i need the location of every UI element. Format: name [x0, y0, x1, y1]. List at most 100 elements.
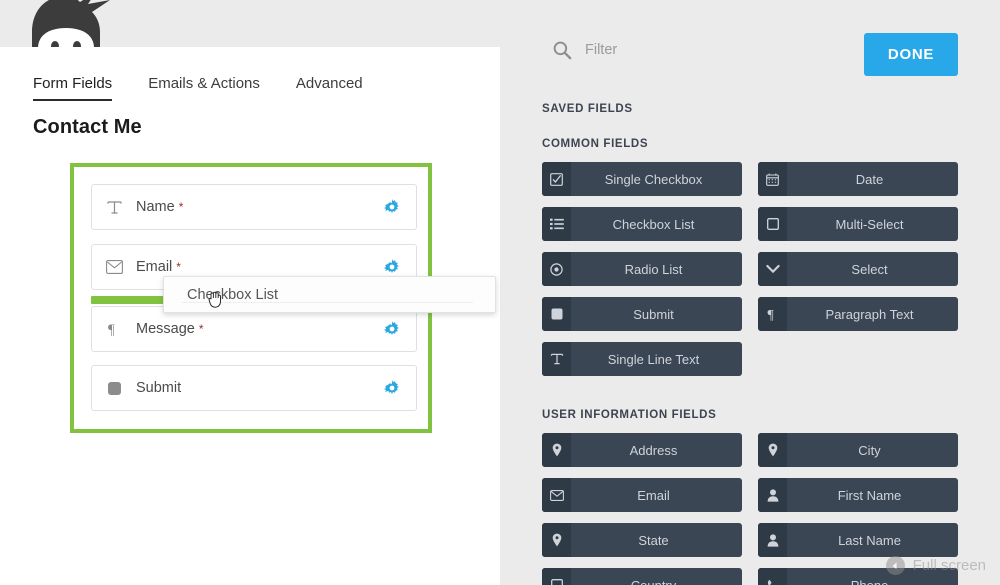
palette-field-label: Multi-Select [787, 217, 958, 232]
form-builder-panel: Form Fields Emails & Actions Advanced Co… [0, 47, 500, 585]
section-header-saved-fields: SAVED FIELDS [542, 103, 633, 115]
palette-field-label: First Name [787, 488, 958, 503]
search-icon [552, 40, 572, 60]
calendar-icon [758, 162, 787, 196]
drag-preview-label: Checkbox List [187, 287, 278, 303]
palette-field-city[interactable]: City [758, 433, 958, 467]
done-button[interactable]: DONE [864, 33, 958, 76]
checkbox-checked-icon [542, 162, 571, 196]
fields-palette: DONE SAVED FIELDS COMMON FIELDS Single C… [500, 0, 1000, 585]
palette-field-email[interactable]: Email [542, 478, 742, 512]
fullscreen-toggle-icon [886, 556, 905, 575]
text-icon [542, 342, 571, 376]
field-row-group: Radio List Select [542, 252, 959, 286]
filter-search-group[interactable] [552, 40, 815, 60]
palette-field-paragraph-text[interactable]: ¶ Paragraph Text [758, 297, 958, 331]
fullscreen-label: Full screen [913, 557, 986, 574]
palette-field-label: City [787, 443, 958, 458]
field-row-group: State Last Name [542, 523, 959, 557]
palette-field-label: Paragraph Text [787, 307, 958, 322]
required-marker: * [176, 260, 181, 274]
field-row-group: Address City [542, 433, 959, 467]
email-icon [92, 260, 136, 274]
palette-field-address[interactable]: Address [542, 433, 742, 467]
form-field-label: Submit [136, 380, 181, 396]
map-pin-icon [542, 523, 571, 557]
palette-field-checkbox-list[interactable]: Checkbox List [542, 207, 742, 241]
svg-text:¶: ¶ [767, 308, 774, 321]
palette-field-last-name[interactable]: Last Name [758, 523, 958, 557]
form-field-row-name[interactable]: Name * [91, 184, 417, 230]
palette-field-date[interactable]: Date [758, 162, 958, 196]
palette-field-label: Single Line Text [571, 352, 742, 367]
palette-field-label: State [571, 533, 742, 548]
section-header-user-information-fields: USER INFORMATION FIELDS [542, 409, 716, 421]
svg-text:¶: ¶ [108, 322, 115, 337]
pilcrow-icon: ¶ [758, 297, 787, 331]
palette-field-label: Radio List [571, 262, 742, 277]
required-marker: * [199, 322, 204, 336]
required-marker: * [179, 200, 184, 214]
form-field-row-submit[interactable]: Submit [91, 365, 417, 411]
section-header-common-fields: COMMON FIELDS [542, 138, 648, 150]
palette-field-label: Address [571, 443, 742, 458]
gear-icon[interactable] [384, 259, 400, 275]
square-icon [758, 207, 787, 241]
palette-field-label: Select [787, 262, 958, 277]
palette-field-label: Checkbox List [571, 217, 742, 232]
tab-emails-actions[interactable]: Emails & Actions [148, 75, 260, 101]
common-fields-grid: Single Checkbox Date [542, 162, 959, 387]
phone-icon [758, 568, 787, 585]
email-icon [542, 478, 571, 512]
palette-field-label: Phone [787, 578, 958, 585]
palette-field-multi-select[interactable]: Multi-Select [758, 207, 958, 241]
single-line-text-icon [92, 199, 136, 216]
list-icon [542, 207, 571, 241]
palette-field-label: Submit [571, 307, 742, 322]
map-pin-icon [542, 433, 571, 467]
form-field-label: Name [136, 199, 175, 215]
palette-field-submit[interactable]: Submit [542, 297, 742, 331]
search-input[interactable] [585, 42, 815, 58]
palette-field-select[interactable]: Select [758, 252, 958, 286]
radio-icon [542, 252, 571, 286]
field-row-group: Single Line Text [542, 342, 959, 376]
form-field-label: Email [136, 259, 172, 275]
gear-icon[interactable] [384, 321, 400, 337]
user-icon [758, 478, 787, 512]
palette-field-state[interactable]: State [542, 523, 742, 557]
palette-field-radio-list[interactable]: Radio List [542, 252, 742, 286]
chevron-down-icon [758, 252, 787, 286]
gear-icon[interactable] [384, 380, 400, 396]
drag-preview-divider [182, 302, 473, 303]
palette-field-single-checkbox[interactable]: Single Checkbox [542, 162, 742, 196]
tab-form-fields[interactable]: Form Fields [33, 75, 112, 101]
page-title: Contact Me [33, 116, 142, 139]
square-icon [542, 568, 571, 585]
paragraph-text-icon: ¶ [92, 321, 136, 337]
palette-field-first-name[interactable]: First Name [758, 478, 958, 512]
app-root: Form Fields Emails & Actions Advanced Co… [0, 0, 1000, 585]
builder-tabs: Form Fields Emails & Actions Advanced [33, 75, 363, 101]
user-icon [758, 523, 787, 557]
submit-icon [92, 382, 136, 395]
map-pin-icon [758, 433, 787, 467]
tab-advanced[interactable]: Advanced [296, 75, 363, 101]
fullscreen-overlay-hint[interactable]: Full screen [886, 556, 986, 575]
palette-field-country[interactable]: Country [542, 568, 742, 585]
palette-field-single-line-text[interactable]: Single Line Text [542, 342, 742, 376]
field-row-group: Email First Name [542, 478, 959, 512]
grabbing-hand-cursor-icon [208, 291, 223, 309]
palette-field-label: Email [571, 488, 742, 503]
palette-field-label: Last Name [787, 533, 958, 548]
field-row-group: Submit ¶ Paragraph Text [542, 297, 959, 331]
gear-icon[interactable] [384, 199, 400, 215]
field-row-group: Checkbox List Multi-Select [542, 207, 959, 241]
drag-preview-checkbox-list[interactable]: Checkbox List [163, 276, 496, 313]
field-row-group: Single Checkbox Date [542, 162, 959, 196]
palette-field-label: Country [571, 578, 742, 585]
palette-field-label: Date [787, 172, 958, 187]
form-field-label: Message [136, 321, 195, 337]
submit-icon [542, 297, 571, 331]
palette-field-label: Single Checkbox [571, 172, 742, 187]
